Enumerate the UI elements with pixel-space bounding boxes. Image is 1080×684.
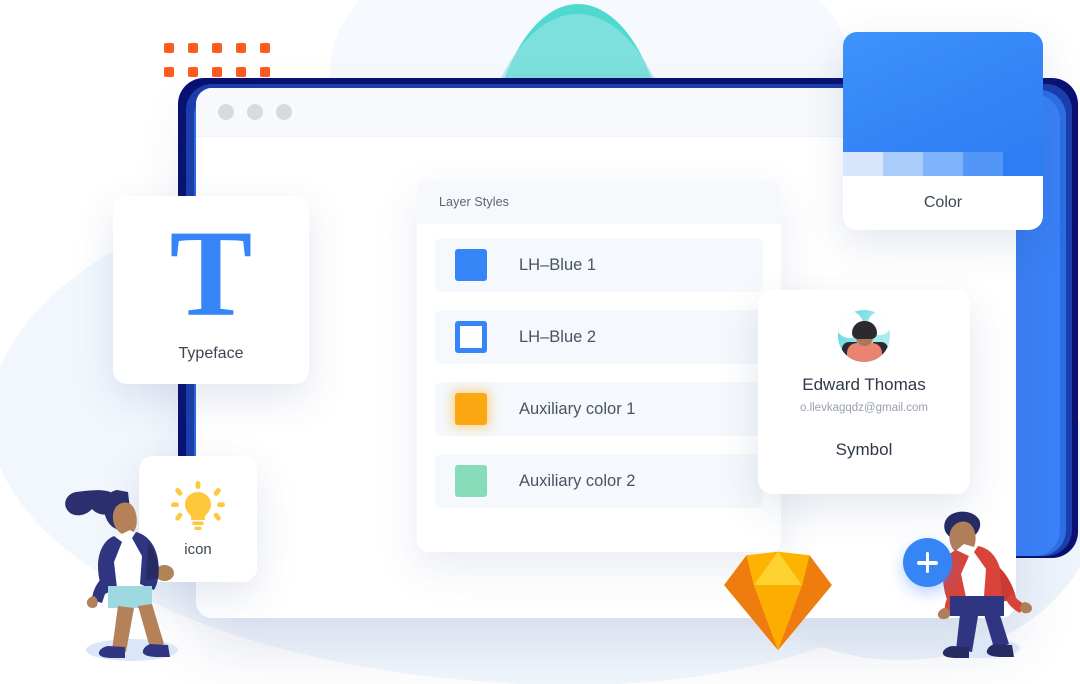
typeface-card[interactable]: T Typeface (113, 196, 309, 384)
list-item-label: Auxiliary color 2 (519, 471, 636, 490)
layer-styles-panel: Layer Styles LH–Blue 1 LH–Blue 2 Auxilia… (417, 180, 781, 552)
grid-dot (260, 67, 270, 77)
color-card[interactable]: Color (843, 32, 1043, 230)
list-item[interactable]: LH–Blue 1 (435, 238, 763, 292)
maximize-icon[interactable] (276, 104, 292, 120)
grid-dot (212, 43, 222, 53)
sketch-diamond-icon (724, 551, 832, 651)
palette-swatch[interactable] (843, 152, 883, 176)
list-item-label: LH–Blue 1 (519, 255, 597, 274)
walking-woman-illustration (65, 490, 178, 661)
palette-swatch[interactable] (923, 152, 963, 176)
user-name: Edward Thomas (802, 375, 926, 394)
list-item-label: LH–Blue 2 (519, 327, 597, 346)
layer-styles-list: LH–Blue 1 LH–Blue 2 Auxiliary color 1 Au… (417, 224, 781, 508)
typeface-card-label: Typeface (178, 345, 244, 363)
layer-styles-header: Layer Styles (417, 180, 781, 224)
list-item[interactable]: Auxiliary color 1 (435, 382, 763, 436)
dot-grid-decoration (164, 43, 284, 91)
avatar-hair (852, 321, 877, 339)
close-icon[interactable] (218, 104, 234, 120)
grid-dot (236, 67, 246, 77)
add-button[interactable] (903, 538, 952, 587)
grid-dot (164, 43, 174, 53)
typeface-glyph-icon: T (169, 204, 253, 342)
color-swatch-strip (843, 152, 1043, 176)
illustration-stage: Layer Styles LH–Blue 1 LH–Blue 2 Auxilia… (0, 0, 1080, 684)
user-email: o.llevkagqdz@gmail.com (799, 402, 928, 414)
palette-swatch[interactable] (963, 152, 1003, 176)
grid-dot (260, 43, 270, 53)
grid-dot (188, 43, 198, 53)
grid-dot (236, 43, 246, 53)
palette-swatch[interactable] (883, 152, 923, 176)
icon-card-label: icon (184, 540, 212, 558)
list-item[interactable]: Auxiliary color 2 (435, 454, 763, 508)
panel-title: Layer Styles (439, 195, 509, 209)
symbol-card[interactable]: Edward Thomas o.llevkagqdz@gmail.com Sym… (758, 290, 970, 494)
list-item[interactable]: LH–Blue 2 (435, 310, 763, 364)
grid-dot (188, 67, 198, 77)
color-swatch-outline[interactable] (455, 321, 487, 353)
color-card-label: Color (923, 194, 963, 211)
color-preview (843, 32, 1043, 152)
color-swatch[interactable] (455, 465, 487, 497)
grid-dot (212, 67, 222, 77)
palette-swatch[interactable] (1003, 152, 1043, 176)
walking-man-illustration (937, 511, 1032, 658)
avatar (838, 310, 890, 362)
color-swatch[interactable] (455, 393, 487, 425)
grid-dot (164, 67, 174, 77)
list-item-label: Auxiliary color 1 (519, 399, 636, 418)
color-swatch[interactable] (455, 249, 487, 281)
symbol-card-label: Symbol (835, 440, 893, 459)
minimize-icon[interactable] (247, 104, 263, 120)
